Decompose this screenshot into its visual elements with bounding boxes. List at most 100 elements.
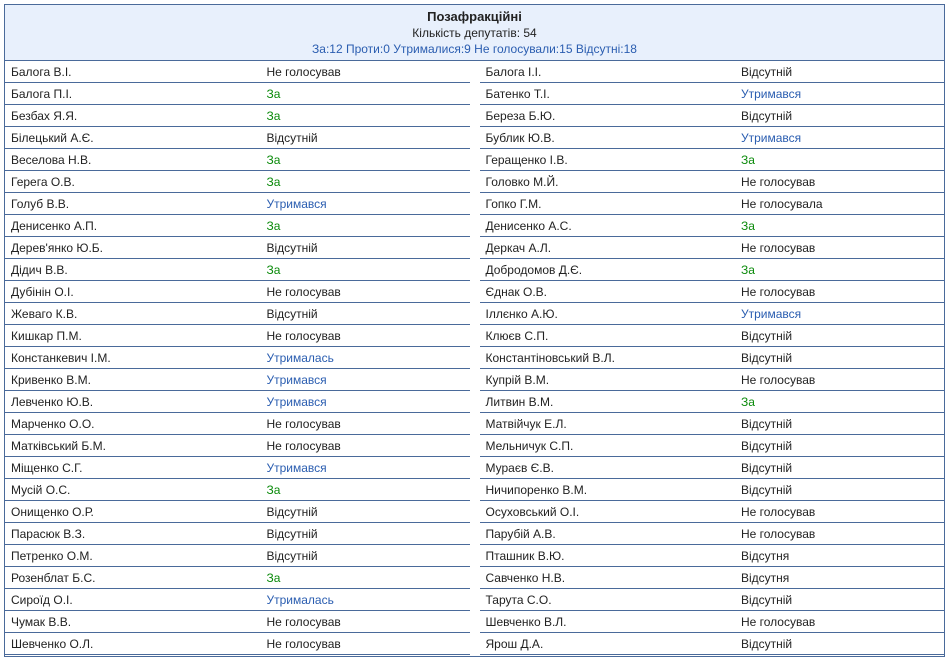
deputy-name: Онищенко О.Р. bbox=[5, 502, 260, 523]
deputy-vote: Не голосував bbox=[735, 502, 944, 523]
deputy-vote: Відсутня bbox=[735, 546, 944, 567]
deputy-name: Константіновський В.Л. bbox=[480, 348, 735, 369]
vote-results-panel: Позафракційні Кількість депутатів: 54 За… bbox=[4, 4, 945, 657]
table-row: Мельничук С.П.Відсутній bbox=[480, 436, 945, 457]
table-row: Білецький А.Є.Відсутній bbox=[5, 128, 470, 149]
table-row: Кривенко В.М.Утримався bbox=[5, 370, 470, 391]
table-row: Сироїд О.І.Утрималась bbox=[5, 590, 470, 611]
table-row: Онищенко О.Р.Відсутній bbox=[5, 502, 470, 523]
deputy-name: Левченко Ю.В. bbox=[5, 392, 260, 413]
table-row: Левченко Ю.В.Утримався bbox=[5, 392, 470, 413]
deputy-name: Пташник В.Ю. bbox=[480, 546, 735, 567]
table-row: Марченко О.О.Не голосував bbox=[5, 414, 470, 435]
deputy-name: Парасюк В.З. bbox=[5, 524, 260, 545]
deputy-vote: За bbox=[260, 150, 469, 171]
deputy-vote: За bbox=[260, 260, 469, 281]
deputy-vote: Не голосував bbox=[260, 414, 469, 435]
deputy-name: Балога І.І. bbox=[480, 62, 735, 83]
deputy-vote: Не голосував bbox=[260, 436, 469, 457]
table-row: Тарута С.О.Відсутній bbox=[480, 590, 945, 611]
deputy-vote: Відсутній bbox=[260, 502, 469, 523]
table-row: Єднак О.В.Не голосував bbox=[480, 282, 945, 303]
deputy-vote: Утримався bbox=[260, 370, 469, 391]
deputy-vote: Утримався bbox=[260, 194, 469, 215]
table-row: Парубій А.В.Не голосував bbox=[480, 524, 945, 545]
table-row: Ничипоренко В.М.Відсутній bbox=[480, 480, 945, 501]
deputy-name: Петренко О.М. bbox=[5, 546, 260, 567]
deputy-vote: За bbox=[260, 568, 469, 589]
table-row: Герега О.В.За bbox=[5, 172, 470, 193]
deputy-vote: Не голосував bbox=[260, 326, 469, 347]
deputy-name: Ничипоренко В.М. bbox=[480, 480, 735, 501]
deputy-name: Веселова Н.В. bbox=[5, 150, 260, 171]
table-row: Клюєв С.П.Відсутній bbox=[480, 326, 945, 347]
fraction-title: Позафракційні bbox=[5, 9, 944, 24]
table-row: Кишкар П.М.Не голосував bbox=[5, 326, 470, 347]
deputy-vote: Не голосував bbox=[735, 282, 944, 303]
table-row: Жеваго К.В.Відсутній bbox=[5, 304, 470, 325]
table-row: Пташник В.Ю.Відсутня bbox=[480, 546, 945, 567]
deputy-vote: Відсутній bbox=[735, 458, 944, 479]
table-row: Осуховський О.І.Не голосував bbox=[480, 502, 945, 523]
table-row: Дубінін О.І.Не голосував bbox=[5, 282, 470, 303]
deputy-name: Парубій А.В. bbox=[480, 524, 735, 545]
deputy-name: Голуб В.В. bbox=[5, 194, 260, 215]
deputy-name: Батенко Т.І. bbox=[480, 84, 735, 105]
deputy-name: Іллєнко А.Ю. bbox=[480, 304, 735, 325]
deputy-vote: Відсутній bbox=[735, 326, 944, 347]
table-row: Денисенко А.П.За bbox=[5, 216, 470, 237]
deputy-vote: За bbox=[735, 392, 944, 413]
table-row: Дерев'янко Ю.Б.Відсутній bbox=[5, 238, 470, 259]
deputy-vote: Відсутній bbox=[735, 590, 944, 611]
table-row: Парасюк В.З.Відсутній bbox=[5, 524, 470, 545]
deputy-name: Чумак В.В. bbox=[5, 612, 260, 633]
deputy-vote: Не голосував bbox=[735, 524, 944, 545]
deputy-name: Міщенко С.Г. bbox=[5, 458, 260, 479]
deputy-vote: Не голосував bbox=[735, 370, 944, 391]
deputy-vote: Утрималась bbox=[260, 348, 469, 369]
deputy-vote: Не голосував bbox=[735, 238, 944, 259]
deputy-name: Дідич В.В. bbox=[5, 260, 260, 281]
table-row: Добродомов Д.Є.За bbox=[480, 260, 945, 281]
deputy-name: Сироїд О.І. bbox=[5, 590, 260, 611]
deputy-vote: Відсутній bbox=[260, 524, 469, 545]
vote-columns: Балога В.І.Не голосувавБалога П.І.ЗаБезб… bbox=[5, 61, 944, 656]
table-row: Матківський Б.М.Не голосував bbox=[5, 436, 470, 457]
vote-table-left: Балога В.І.Не голосувавБалога П.І.ЗаБезб… bbox=[5, 61, 470, 656]
deputy-name: Деркач А.Л. bbox=[480, 238, 735, 259]
deputy-name: Добродомов Д.Є. bbox=[480, 260, 735, 281]
deputy-name: Купрій В.М. bbox=[480, 370, 735, 391]
table-row: Геращенко І.В.За bbox=[480, 150, 945, 171]
deputy-vote: Відсутній bbox=[735, 348, 944, 369]
deputy-vote: Відсутній bbox=[260, 304, 469, 325]
deputy-name: Головко М.Й. bbox=[480, 172, 735, 193]
table-row: Балога В.І.Не голосував bbox=[5, 62, 470, 83]
table-row: Матвійчук Е.Л.Відсутній bbox=[480, 414, 945, 435]
table-row: Балога П.І.За bbox=[5, 84, 470, 105]
table-row: Веселова Н.В.За bbox=[5, 150, 470, 171]
deputy-vote: Не голосував bbox=[735, 612, 944, 633]
deputy-name: Геращенко І.В. bbox=[480, 150, 735, 171]
deputy-name: Кривенко В.М. bbox=[5, 370, 260, 391]
deputy-name: Тарута С.О. bbox=[480, 590, 735, 611]
deputy-name: Мельничук С.П. bbox=[480, 436, 735, 457]
deputy-name: Денисенко А.П. bbox=[5, 216, 260, 237]
deputy-vote: Утрималась bbox=[260, 590, 469, 611]
table-row: Безбах Я.Я.За bbox=[5, 106, 470, 127]
deputy-name: Дерев'янко Ю.Б. bbox=[5, 238, 260, 259]
deputy-vote: Утримався bbox=[260, 458, 469, 479]
deputy-vote: За bbox=[260, 172, 469, 193]
deputy-name: Марченко О.О. bbox=[5, 414, 260, 435]
deputy-vote: За bbox=[735, 260, 944, 281]
deputy-name: Констанкевич І.М. bbox=[5, 348, 260, 369]
deputy-vote: Відсутній bbox=[735, 106, 944, 127]
table-row: Петренко О.М.Відсутній bbox=[5, 546, 470, 567]
deputy-vote: Відсутній bbox=[735, 62, 944, 83]
table-row: Констанкевич І.М.Утрималась bbox=[5, 348, 470, 369]
deputy-vote: Відсутній bbox=[260, 238, 469, 259]
right-column: Балога І.І.ВідсутнійБатенко Т.І.Утримавс… bbox=[480, 61, 945, 656]
table-row: Савченко Н.В.Відсутня bbox=[480, 568, 945, 589]
vote-table-right: Балога І.І.ВідсутнійБатенко Т.І.Утримавс… bbox=[480, 61, 945, 656]
fraction-header: Позафракційні Кількість депутатів: 54 За… bbox=[5, 5, 944, 61]
table-row: Голуб В.В.Утримався bbox=[5, 194, 470, 215]
